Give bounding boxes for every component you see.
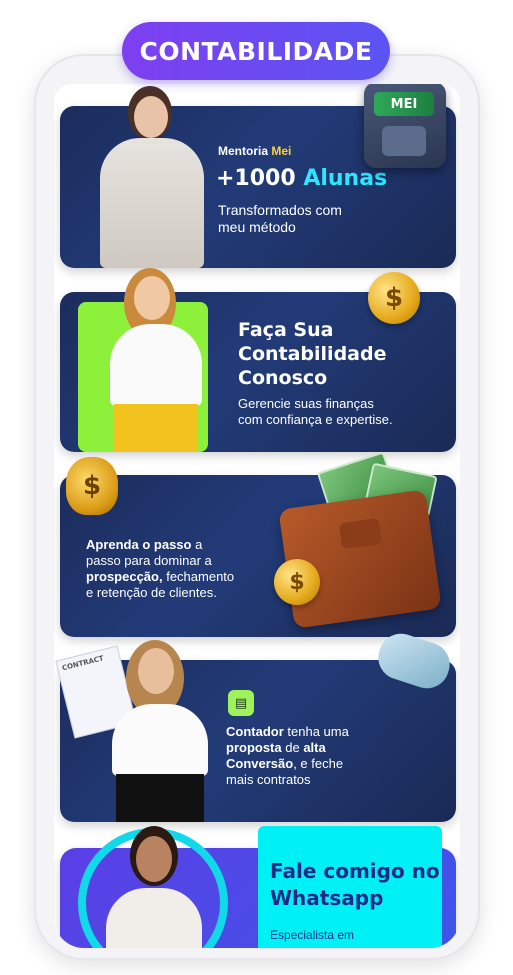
headline-highlight: Alunas <box>303 166 388 191</box>
banner-contador-proposta[interactable]: CONTRACT ▤ Contador tenha uma proposta d… <box>55 628 456 822</box>
aprenda-text-2: fechamento <box>162 569 235 584</box>
contador-bold-2: proposta <box>226 740 282 755</box>
category-title-pill: CONTABILIDADE <box>122 22 390 80</box>
dollar-coin-icon: $ <box>368 272 420 324</box>
contabilidade-body: Gerencie suas finanças com confiança e e… <box>238 396 393 428</box>
contador-bold-3: alta <box>303 740 326 755</box>
mentoria-label: Mentoria Mei <box>218 144 291 158</box>
document-icon: ▤ <box>228 690 254 716</box>
mei-badge-icon: MEI <box>364 84 446 168</box>
contador-line-4: mais contratos <box>226 772 311 787</box>
contador-bold-1: Contador <box>226 724 284 739</box>
category-title: CONTABILIDADE <box>139 36 373 66</box>
contador-text-1: tenha uma <box>283 724 349 739</box>
gold-coin-icon: $ <box>274 559 320 605</box>
aprenda-text-1: a <box>191 537 203 552</box>
woman-in-blazer-image <box>94 86 214 268</box>
headline-prefix: +1000 <box>216 166 304 191</box>
whatsapp-subtitle: Especialista em <box>270 928 355 942</box>
banner-aprenda-passo[interactable]: $ Aprenda o passo a passo para dominar a… <box>60 451 456 637</box>
aprenda-line-4: e retenção de clientes. <box>86 585 217 600</box>
phone-screen[interactable]: Mentoria Mei +1000 Alunas Transformados … <box>54 84 460 948</box>
mentoria-label-highlight: Mei <box>271 144 292 158</box>
whatsapp-title: Fale comigo no Whatsapp <box>270 858 440 912</box>
subtitle-line-1: Transformados com <box>218 202 342 218</box>
body-line-2: com confiança e expertise. <box>238 412 393 427</box>
whatsapp-title-line-1: Fale comigo no <box>270 859 440 883</box>
heading-line-1: Faça Sua <box>238 319 334 341</box>
money-roll-icon <box>372 628 456 694</box>
woman-contact-image <box>98 826 210 948</box>
whatsapp-title-line-2: Whatsapp <box>270 886 384 910</box>
smiling-woman-tablet-image <box>96 268 216 452</box>
money-bag-icon: $ <box>66 457 118 515</box>
aprenda-text: Aprenda o passo a passo para dominar a p… <box>86 537 234 601</box>
mentoria-label-prefix: Mentoria <box>218 144 272 158</box>
heading-line-2: Contabilidade <box>238 343 387 365</box>
heading-line-3: Conosco <box>238 367 328 389</box>
aprenda-bold-2: prospecção, <box>86 569 163 584</box>
subtitle-line-2: meu método <box>218 219 296 235</box>
bag-symbol: $ <box>82 471 102 501</box>
contador-text-2: de <box>281 740 304 755</box>
body-line-1: Gerencie suas finanças <box>238 396 374 411</box>
woman-glasses-image <box>98 640 224 822</box>
coin-symbol: $ <box>384 283 404 313</box>
banner-whatsapp[interactable]: Fale comigo no Whatsapp Especialista em <box>60 826 456 948</box>
contabilidade-heading: Faça Sua Contabilidade Conosco <box>238 318 386 390</box>
contador-bold-4: Conversão <box>226 756 294 771</box>
alunas-headline: +1000 Alunas <box>216 166 387 191</box>
stage: CONTABILIDADE Mentoria Mei +1000 Alunas … <box>0 0 513 975</box>
alunas-subtitle: Transformados com meu método <box>218 202 342 236</box>
receita-logo-icon <box>382 126 426 156</box>
contador-text-3: , e feche <box>293 756 344 771</box>
mei-badge-text: MEI <box>374 92 434 116</box>
contador-text: Contador tenha uma proposta de alta Conv… <box>226 724 349 788</box>
banner-faca-contabilidade[interactable]: Faça Sua Contabilidade Conosco Gerencie … <box>60 268 456 452</box>
aprenda-bold-1: Aprenda o passo <box>86 537 192 552</box>
aprenda-line-2: passo para dominar a <box>86 553 212 568</box>
banner-mentoria-mei[interactable]: Mentoria Mei +1000 Alunas Transformados … <box>60 84 456 268</box>
